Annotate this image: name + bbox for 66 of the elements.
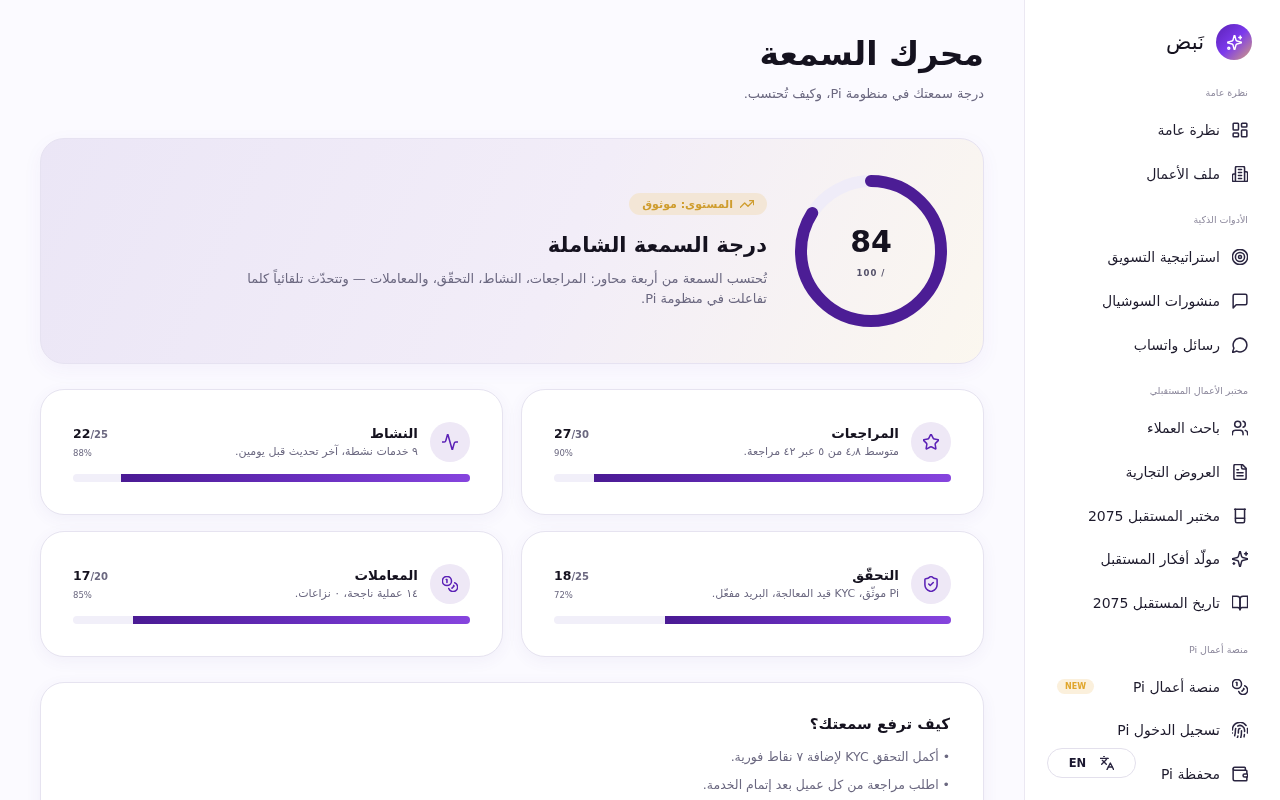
nav-item[interactable]: تاريخ المستقبل 2075 <box>1076 581 1264 625</box>
metric-detail: متوسط ٤٫٨ من ٥ عبر ٤٢ مراجعة. <box>743 444 899 460</box>
nav-item[interactable]: استراتيجية التسويق <box>1091 235 1264 280</box>
metric-percent: 88% <box>73 447 92 460</box>
section-label: منصة أعمال Pi <box>1187 642 1249 657</box>
sparkle-logo-icon <box>1216 24 1252 60</box>
score-title: درجة السمعة الشاملة <box>547 232 767 259</box>
users-icon <box>1232 420 1248 437</box>
sparkles-icon <box>1232 551 1248 568</box>
section-label: نظرة عامة <box>1204 86 1249 100</box>
tip-item: • أكمل التحقق KYC لإضافة ٧ نقاط فورية. <box>729 747 950 767</box>
metric-max-score: /20 <box>90 571 108 582</box>
nav-item[interactable]: رسائل واتساب <box>1117 322 1264 367</box>
metric-title: المعاملات <box>353 566 418 584</box>
nav-item[interactable]: مولّد أفكار المستقبل <box>1084 537 1264 582</box>
metric-percent: 72% <box>554 589 573 602</box>
nav-item[interactable]: نظرة عامة <box>1141 108 1264 152</box>
metric-percent: 90% <box>554 447 573 460</box>
open-book-icon <box>1232 595 1248 612</box>
target-icon <box>1232 249 1248 266</box>
coins-icon <box>1232 678 1248 695</box>
nav-item[interactable]: باحث العملاء <box>1131 406 1264 451</box>
chat-bubble-icon <box>1232 336 1248 353</box>
metric-score: 17 <box>73 568 91 583</box>
metric-title: النشاط <box>368 424 418 442</box>
building-icon <box>1232 165 1248 182</box>
metric-percent: 85% <box>73 589 92 602</box>
score-max: / 100 <box>856 268 886 278</box>
document-icon <box>1232 463 1248 480</box>
beaker-icon <box>1232 507 1248 524</box>
metric-score: 22 <box>73 426 91 441</box>
metric-max-score: /25 <box>90 429 108 440</box>
page-title: محرك السمعة <box>758 33 984 76</box>
nav-item[interactable]: مختبر المستقبل 2075 <box>1071 493 1264 538</box>
metric-score: 27 <box>554 426 572 441</box>
dashboard-icon <box>1232 121 1248 138</box>
wallet-icon <box>1232 766 1248 783</box>
page-subtitle: درجة سمعتك في منظومة Pi، وكيف تُحتسب. <box>742 85 984 104</box>
metric-max-score: /30 <box>571 429 589 440</box>
nav-item[interactable]: ملف الأعمال <box>1130 151 1264 196</box>
brand-name: نَبض <box>1166 30 1204 54</box>
score-value: 84 <box>850 224 892 260</box>
shield-check-icon <box>911 564 951 604</box>
metric-detail: ٩ خدمات نشطة، آخر تحديث قبل يومين. <box>235 444 418 460</box>
tip-item: • اطلب مراجعة من كل عميل بعد إتمام الخدمة. <box>701 776 950 795</box>
section-label: الأدوات الذكية <box>1192 213 1249 228</box>
metric-detail: ١٤ عملية ناجحة، ٠ نزاعات. <box>294 586 418 602</box>
metric-max-score: /25 <box>571 571 589 582</box>
nav-item[interactable]: منشورات السوشيال <box>1086 279 1264 323</box>
trend-up-icon <box>740 197 754 211</box>
new-badge: NEW <box>1057 679 1094 695</box>
nav-item[interactable]: العروض التجارية <box>1109 450 1264 494</box>
pulse-icon <box>430 422 470 462</box>
coins-icon <box>430 564 470 604</box>
metric-detail: Pi موثّق، KYC قيد المعالجة، البريد مفعّل. <box>711 586 899 602</box>
translate-icon <box>1100 756 1115 770</box>
section-label: مختبر الأعمال المستقبلي <box>1148 384 1249 399</box>
language-button[interactable]: EN <box>1047 748 1136 778</box>
tips-title: كيف ترفع سمعتك؟ <box>808 714 950 735</box>
metric-score: 18 <box>554 568 572 583</box>
score-description: تُحتسب السمعة من أربعة محاور: المراجعات، النشاط، التحقّق، والمعاملات — وتتحدّث تلقائياً كلما تفاعلت في منظومة Pi. <box>246 269 767 309</box>
metric-title: التحقّق <box>851 566 899 584</box>
nav-item[interactable]: محفظة Pi <box>1144 752 1264 796</box>
fingerprint-icon <box>1232 722 1248 739</box>
metric-title: المراجعات <box>830 424 899 442</box>
level-label: المستوى: موثوق <box>642 197 733 211</box>
